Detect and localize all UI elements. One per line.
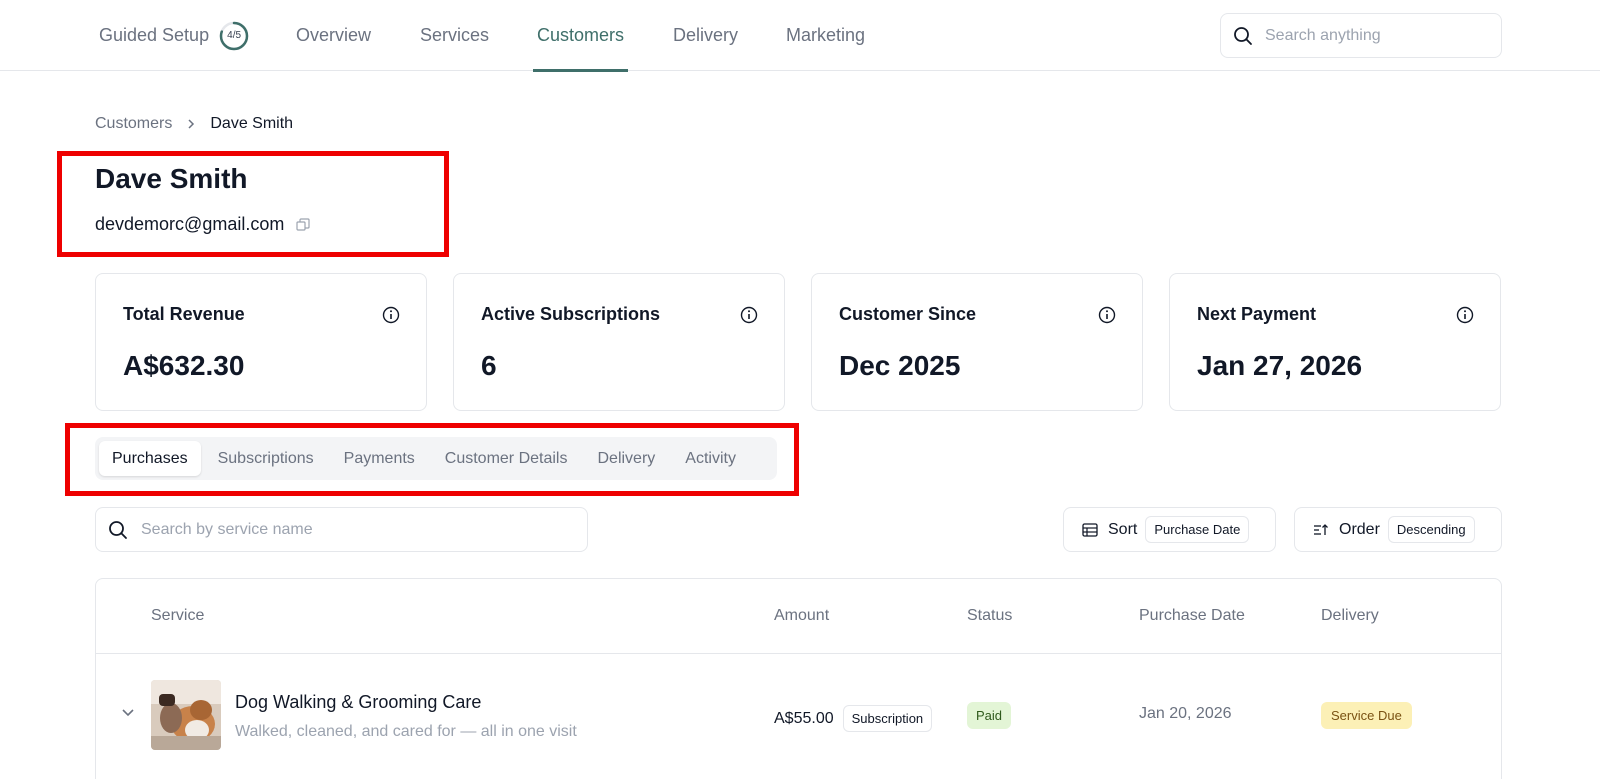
nav-guided-setup[interactable]: Guided Setup 4/5 [99, 0, 249, 71]
guided-setup-progress: 4/5 [219, 21, 249, 51]
nav-overview[interactable]: Overview [296, 0, 371, 71]
copy-icon[interactable] [296, 217, 310, 232]
stat-label: Total Revenue [123, 304, 245, 324]
order-value-chip: Descending [1387, 516, 1475, 543]
stat-value: 6 [481, 350, 497, 381]
stat-value: Jan 27, 2026 [1197, 350, 1363, 381]
stat-card-customer-since: Customer Since Dec 2025 [811, 273, 1143, 411]
breadcrumb-current: Dave Smith [210, 115, 294, 132]
sort-button[interactable]: Sort Purchase Date [1063, 507, 1276, 552]
order-label: Order [1339, 520, 1380, 538]
customer-name: Dave Smith [95, 163, 248, 194]
tab-subscriptions[interactable]: Subscriptions [205, 441, 327, 476]
stat-card-active-subscriptions: Active Subscriptions 6 [453, 273, 785, 411]
search-icon [108, 520, 128, 540]
nav-delivery-label: Delivery [673, 25, 739, 45]
stat-value: Dec 2025 [839, 350, 961, 381]
chevron-right-icon [186, 118, 196, 130]
info-icon[interactable] [382, 306, 400, 329]
service-search-input[interactable]: Search by service name [95, 507, 588, 552]
global-search-input[interactable]: Search anything [1220, 13, 1502, 58]
delivery-status-badge: Service Due [1321, 702, 1412, 729]
breadcrumb-customers-link[interactable]: Customers [95, 115, 172, 133]
search-icon [1233, 26, 1253, 46]
column-header-status: Status [967, 607, 1013, 624]
customer-email-row: devdemorc@gmail.com [95, 214, 310, 235]
sort-label: Sort [1108, 520, 1138, 538]
stat-label: Next Payment [1197, 304, 1317, 324]
order-button[interactable]: Order Descending [1294, 507, 1502, 552]
column-header-delivery: Delivery [1321, 607, 1379, 624]
sort-value-chip: Purchase Date [1145, 516, 1250, 543]
amount-cell: A$55.00 Subscription [774, 705, 933, 732]
info-icon[interactable] [1098, 306, 1116, 329]
purchase-type-badge: Subscription [842, 705, 933, 732]
nav-overview-label: Overview [296, 25, 372, 45]
global-search-placeholder: Search anything [1265, 26, 1381, 44]
service-search-placeholder: Search by service name [141, 520, 313, 538]
purchase-date: Jan 20, 2026 [1139, 705, 1232, 722]
column-header-service: Service [151, 607, 205, 624]
service-thumbnail [151, 680, 221, 750]
stat-card-total-revenue: Total Revenue A$632.30 [95, 273, 427, 411]
status-badge: Paid [967, 702, 1012, 729]
nav-customers[interactable]: Customers [533, 0, 629, 72]
purchases-table: Service Amount Status Purchase Date Deli… [95, 578, 1502, 779]
customer-email: devdemorc@gmail.com [95, 214, 285, 234]
stat-label: Active Subscriptions [481, 304, 661, 324]
tab-purchases[interactable]: Purchases [99, 441, 201, 476]
tab-payments[interactable]: Payments [331, 441, 428, 476]
tab-delivery[interactable]: Delivery [584, 441, 668, 476]
nav-active-indicator [533, 69, 629, 72]
service-name: Dog Walking & Grooming Care [235, 692, 482, 712]
nav-services[interactable]: Services [420, 0, 489, 71]
column-header-purchase-date: Purchase Date [1139, 607, 1245, 624]
customer-tabs: Purchases Subscriptions Payments Custome… [95, 437, 777, 480]
table-sort-icon [1082, 522, 1098, 537]
info-icon[interactable] [740, 306, 758, 329]
nav-guided-setup-label: Guided Setup [99, 25, 210, 45]
stat-label: Customer Since [839, 304, 977, 324]
breadcrumb: Customers Dave Smith [95, 115, 293, 133]
tab-customer-details[interactable]: Customer Details [432, 441, 581, 476]
info-icon[interactable] [1456, 306, 1474, 329]
tab-activity[interactable]: Activity [672, 441, 749, 476]
sort-order-icon [1313, 523, 1329, 537]
service-description: Walked, cleaned, and cared for — all in … [235, 723, 577, 740]
nav-delivery[interactable]: Delivery [673, 0, 738, 71]
nav-customers-label: Customers [537, 25, 625, 45]
guided-setup-progress-text: 4/5 [227, 29, 242, 41]
column-header-amount: Amount [774, 607, 830, 624]
table-header: Service Amount Status Purchase Date Deli… [96, 579, 1501, 654]
nav-marketing-label: Marketing [786, 25, 866, 45]
stat-card-next-payment: Next Payment Jan 27, 2026 [1169, 273, 1501, 411]
amount-value: A$55.00 [774, 709, 834, 727]
stat-value: A$632.30 [123, 350, 245, 381]
top-nav: Guided Setup 4/5 Overview Services Custo… [0, 0, 1600, 72]
chevron-down-icon[interactable] [121, 708, 135, 718]
nav-marketing[interactable]: Marketing [786, 0, 865, 71]
nav-services-label: Services [420, 25, 490, 45]
table-row[interactable]: Dog Walking & Grooming Care Walked, clea… [96, 654, 1501, 777]
